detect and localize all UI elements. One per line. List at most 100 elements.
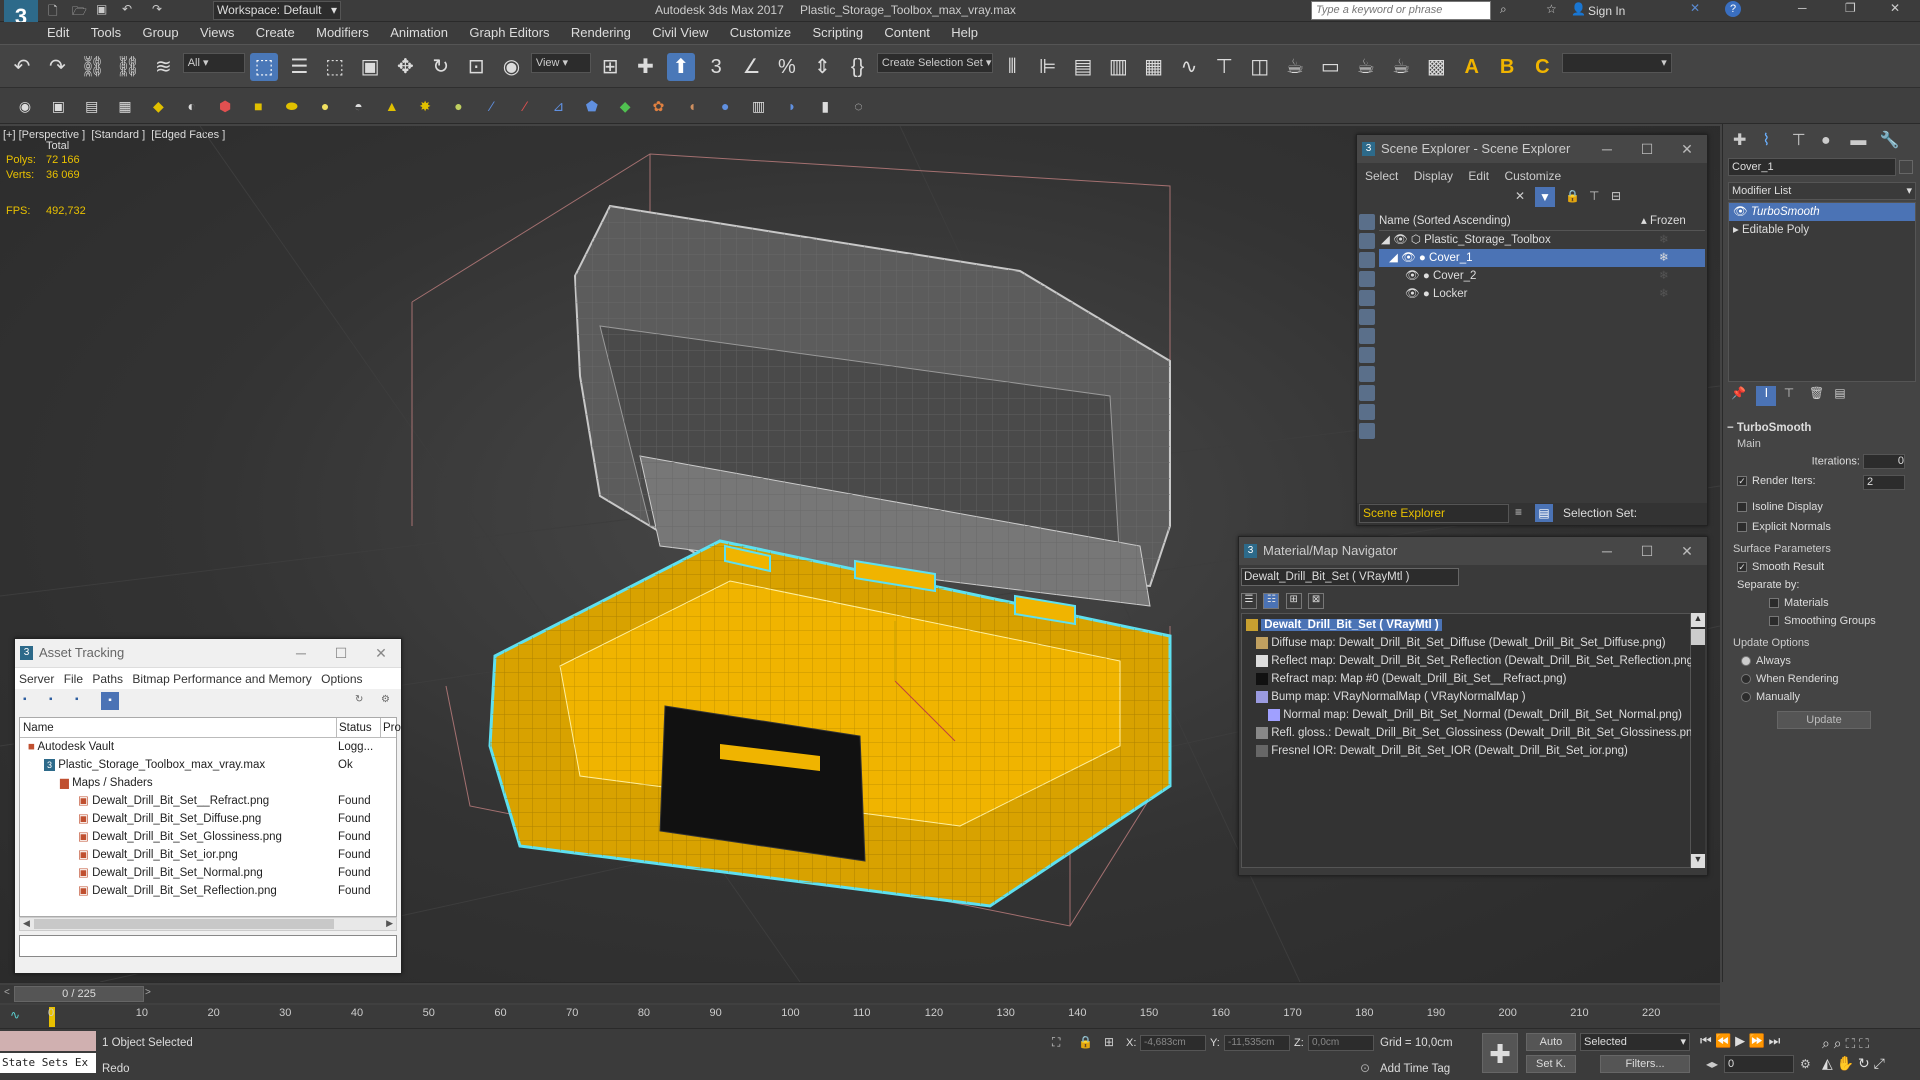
se-side-btn-12[interactable]: [1359, 423, 1375, 439]
scene-explorer-maximize-icon[interactable]: ☐: [1627, 135, 1667, 163]
explicit-normals-checkbox[interactable]: [1737, 522, 1747, 533]
render-setup-icon[interactable]: ☕: [1281, 53, 1309, 81]
visibility-eye-icon[interactable]: 👁: [1393, 234, 1408, 246]
close-window-icon[interactable]: ✕: [1890, 1, 1900, 15]
configure-sets-icon[interactable]: ▤: [1834, 386, 1856, 400]
material-current-field[interactable]: Dewalt_Drill_Bit_Set ( VRayMtl ): [1241, 568, 1459, 586]
material-navigator-titlebar[interactable]: 3 Material/Map Navigator ─ ☐ ✕: [1239, 537, 1707, 565]
at-menu-options[interactable]: Options: [321, 672, 362, 686]
tool-07-icon[interactable]: ⬢: [214, 95, 236, 117]
menu-tools[interactable]: Tools: [82, 22, 130, 44]
lock-icon[interactable]: 🔒: [1565, 189, 1580, 203]
material-navigator-minimize-icon[interactable]: ─: [1587, 537, 1627, 565]
selection-set-icon[interactable]: ▤: [1535, 504, 1553, 522]
smoothing-groups-checkbox[interactable]: [1769, 616, 1779, 627]
scene-explorer-combo[interactable]: Scene Explorer: [1359, 504, 1509, 523]
iterations-spinner[interactable]: 0: [1863, 454, 1905, 469]
display-tab-icon[interactable]: ▬: [1850, 132, 1876, 150]
tool-03-icon[interactable]: ▤: [81, 95, 103, 117]
map-gloss[interactable]: Refl. gloss.: Dewalt_Drill_Bit_Set_Gloss…: [1246, 724, 1703, 742]
menu-modifiers[interactable]: Modifiers: [307, 22, 378, 44]
se-side-btn-7[interactable]: [1359, 328, 1375, 344]
tool-15-icon[interactable]: ⁄: [481, 95, 503, 117]
pin-stack-icon[interactable]: 📌: [1731, 386, 1753, 400]
maximize-viewport-icon[interactable]: ⤢: [1874, 1055, 1885, 1071]
asset-row-diffuse[interactable]: ▣ Dewalt_Drill_Bit_Set_Diffuse.png Found: [20, 810, 396, 828]
at-menu-file[interactable]: File: [64, 672, 83, 686]
tool-11-icon[interactable]: ◓: [347, 95, 369, 117]
filter-funnel-icon[interactable]: ▼: [1535, 187, 1555, 207]
auto-key-button[interactable]: Auto: [1526, 1033, 1576, 1051]
set-key-big-button[interactable]: ✚: [1482, 1033, 1518, 1073]
selection-set-dropdown[interactable]: Create Selection Set ▾: [876, 52, 993, 73]
stack-expand-icon[interactable]: ▸: [1733, 224, 1739, 236]
scroll-down-icon[interactable]: ▼: [1691, 854, 1705, 868]
menu-group[interactable]: Group: [133, 22, 187, 44]
mirror-icon[interactable]: ⫴: [998, 53, 1026, 81]
redo-quick-icon[interactable]: ↷: [152, 2, 162, 16]
menu-help[interactable]: Help: [942, 22, 987, 44]
tool-09-icon[interactable]: ⬬: [281, 95, 303, 117]
asset-path-field[interactable]: [19, 935, 397, 957]
orbit-icon[interactable]: ↻: [1858, 1055, 1870, 1071]
motion-tab-icon[interactable]: ●: [1821, 132, 1847, 150]
menu-customize[interactable]: Customize: [721, 22, 800, 44]
tool-22-icon[interactable]: ●: [714, 95, 736, 117]
layer-stack-icon[interactable]: ≡: [1515, 505, 1522, 519]
unlink-icon[interactable]: ⛓: [114, 53, 142, 81]
asset-hscrollbar[interactable]: ◀ ▶: [19, 917, 397, 931]
tool-19-icon[interactable]: ◆: [614, 95, 636, 117]
text-b-icon[interactable]: B: [1493, 53, 1521, 81]
stack-item-turbosmooth[interactable]: 👁 TurboSmooth: [1729, 203, 1915, 221]
asset-row-refract[interactable]: ▣ Dewalt_Drill_Bit_Set__Refract.png Found: [20, 792, 396, 810]
next-frame-icon[interactable]: ⏩: [1749, 1033, 1765, 1048]
tool-06-icon[interactable]: ◐: [181, 95, 203, 117]
tool-23-icon[interactable]: ▥: [748, 95, 770, 117]
ref-coord-dropdown[interactable]: View ▾: [530, 52, 591, 73]
text-c-icon[interactable]: C: [1528, 53, 1556, 81]
key-filters-button[interactable]: Filters...: [1600, 1055, 1690, 1073]
star-icon[interactable]: ☆: [1546, 2, 1557, 16]
track-bar[interactable]: ∿ 0 10 20 30 40 50 60 70 80 90 100 110 120 130 140 150 1…: [0, 1005, 1720, 1029]
exchange-icon[interactable]: ✕: [1690, 1, 1700, 15]
update-button[interactable]: Update: [1777, 711, 1871, 729]
undo-icon[interactable]: ↶: [8, 53, 36, 81]
asset-row-normal[interactable]: ▣ Dewalt_Drill_Bit_Set_Normal.png Found: [20, 864, 396, 882]
view-list-icons-icon[interactable]: ☷: [1263, 593, 1280, 609]
at-tool-3-icon[interactable]: ▪: [75, 694, 79, 705]
key-mode-dropdown[interactable]: Selected ▾: [1580, 1033, 1690, 1051]
map-fresnel[interactable]: Fresnel IOR: Dewalt_Drill_Bit_Set_IOR (D…: [1246, 742, 1686, 760]
scene-explorer-titlebar[interactable]: 3 Scene Explorer - Scene Explorer ─ ☐ ✕: [1357, 135, 1707, 163]
show-end-result-icon[interactable]: Ⅰ: [1756, 386, 1777, 406]
menu-graph-editors[interactable]: Graph Editors: [460, 22, 558, 44]
tool-13-icon[interactable]: ✸: [414, 95, 436, 117]
scale-icon[interactable]: ⊡: [462, 53, 490, 81]
se-side-btn-3[interactable]: [1359, 252, 1375, 268]
scroll-up-icon[interactable]: ▲: [1691, 613, 1705, 627]
abs-rel-toggle-icon[interactable]: ⊞: [1104, 1035, 1114, 1049]
at-tool-4-icon[interactable]: ▪: [101, 692, 119, 710]
minimize-window-icon[interactable]: ─: [1798, 1, 1807, 15]
se-col-name[interactable]: Name (Sorted Ascending): [1379, 215, 1511, 227]
tool-25-icon[interactable]: ▮: [814, 95, 836, 117]
remove-modifier-icon[interactable]: 🗑: [1809, 386, 1831, 400]
utilities-tab-icon[interactable]: 🔧: [1880, 130, 1906, 150]
curve-editor-icon[interactable]: ∿: [1175, 53, 1203, 81]
percent-snap-icon[interactable]: %: [773, 53, 801, 81]
at-menu-server[interactable]: Server: [19, 672, 54, 686]
tree-item-cover-2[interactable]: 👁 ● Cover_2 ❄: [1379, 267, 1705, 285]
materials-checkbox[interactable]: [1769, 598, 1779, 609]
map-diffuse[interactable]: Diffuse map: Dewalt_Drill_Bit_Set_Diffus…: [1246, 634, 1686, 652]
at-tool-6-icon[interactable]: ⚙: [381, 694, 390, 705]
tool-01-icon[interactable]: ◉: [14, 95, 36, 117]
selection-filter-dropdown[interactable]: All ▾: [182, 52, 245, 73]
se-menu-edit[interactable]: Edit: [1468, 169, 1489, 183]
pan-icon[interactable]: ✋: [1837, 1055, 1854, 1071]
tool-12-icon[interactable]: ▲: [381, 95, 403, 117]
render-iters-spinner[interactable]: 2: [1863, 475, 1905, 490]
tool-10-icon[interactable]: ●: [314, 95, 336, 117]
ribbon-toggle-icon[interactable]: ▦: [1140, 53, 1168, 81]
pivot-icon[interactable]: ⊞: [596, 53, 624, 81]
asset-col-proxy[interactable]: Pro: [380, 718, 401, 738]
visibility-eye-icon[interactable]: 👁: [1401, 252, 1416, 264]
